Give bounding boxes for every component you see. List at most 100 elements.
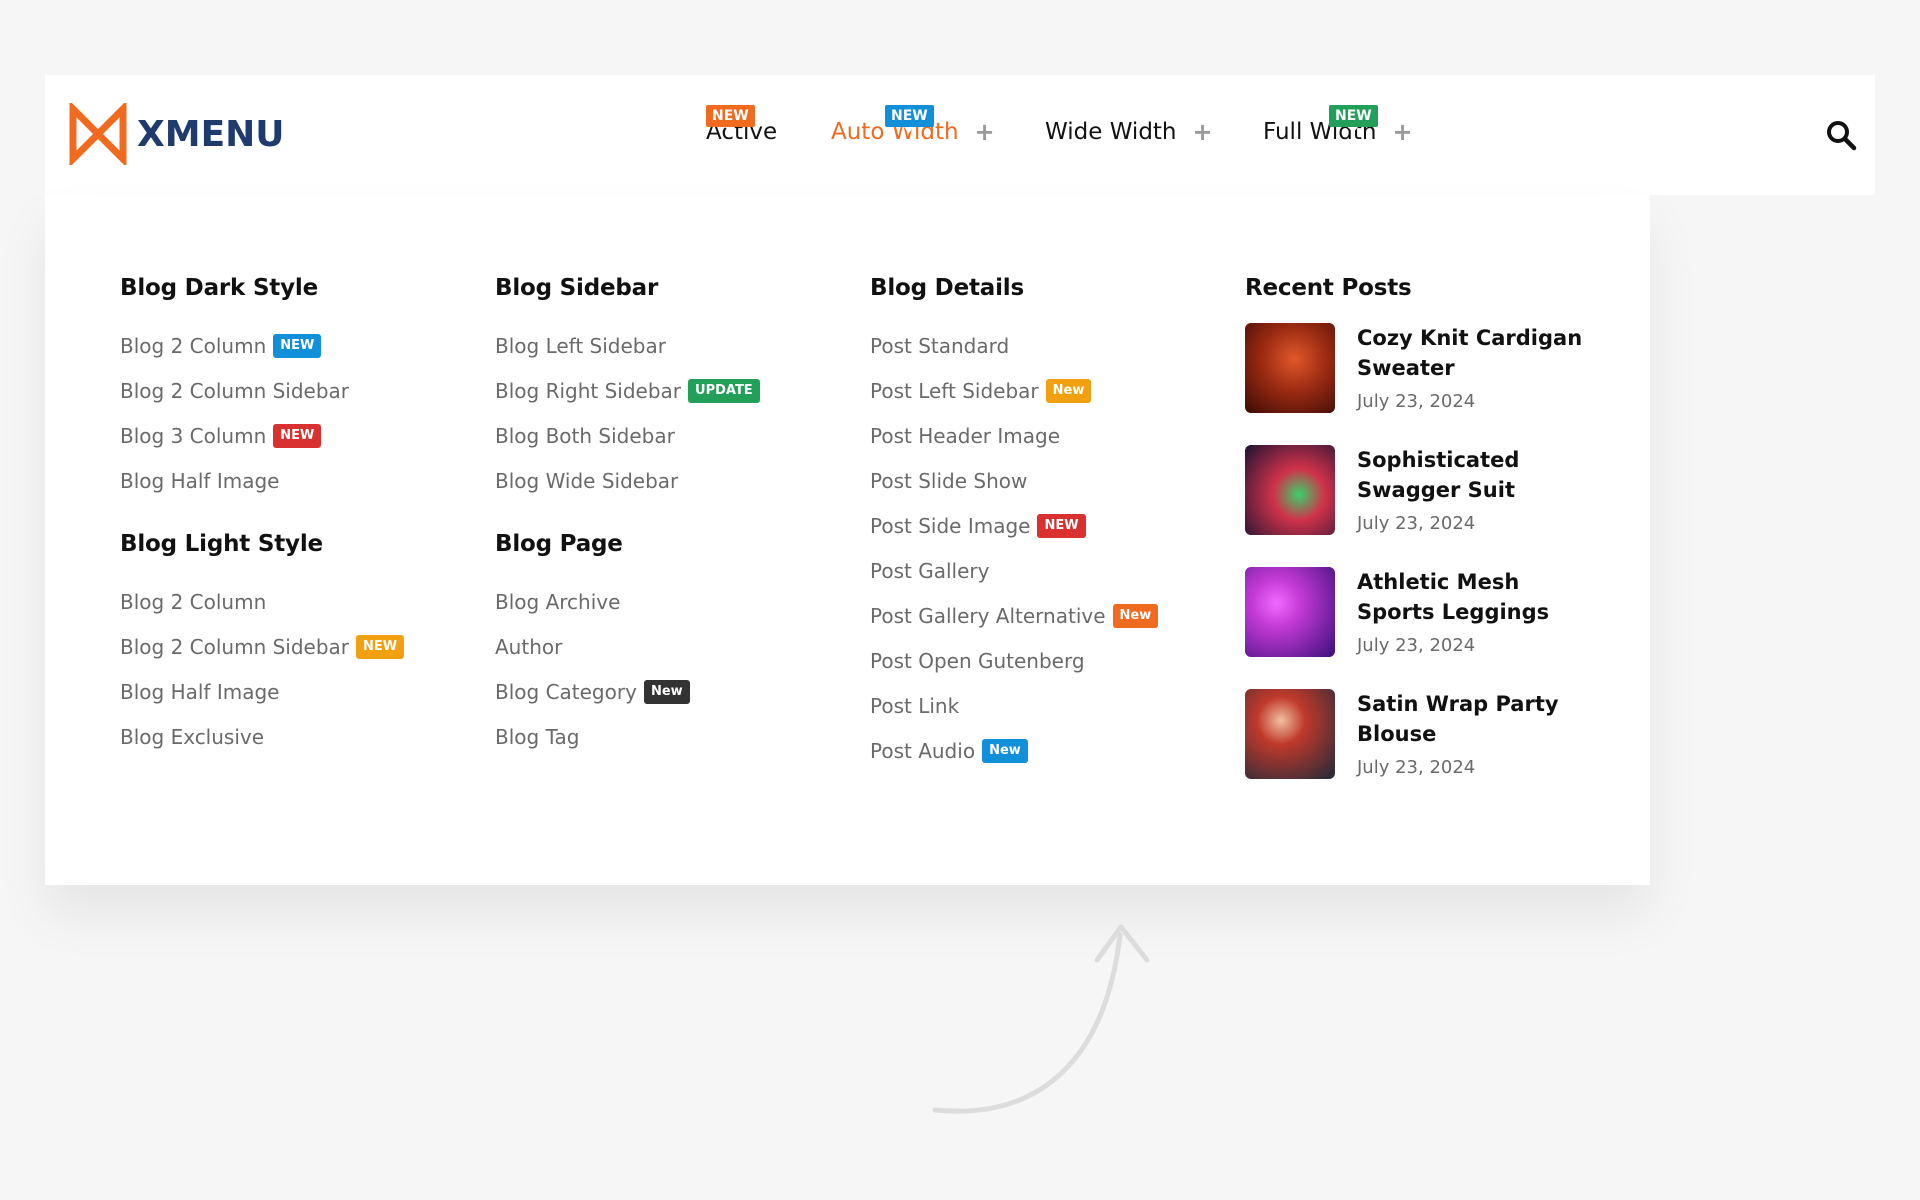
menu-link[interactable]: Post Side Image NEW xyxy=(870,503,1158,548)
menu-link[interactable]: Blog Right Sidebar UPDATE xyxy=(495,368,760,413)
menu-link[interactable]: Blog Tag xyxy=(495,714,760,759)
search-icon xyxy=(1827,121,1857,151)
post-date: July 23, 2024 xyxy=(1357,635,1476,656)
plus-icon: + xyxy=(1392,118,1413,146)
menu-link-label: Post Header Image xyxy=(870,423,1061,448)
menu-link[interactable]: Blog 2 Column Sidebar NEW xyxy=(120,624,405,669)
menu-link[interactable]: Blog Exclusive xyxy=(120,714,404,759)
menu-link-label: Author xyxy=(495,634,563,659)
menu-link[interactable]: Post Slide Show xyxy=(870,458,1158,503)
menu-link[interactable]: Blog 3 Column NEW xyxy=(120,413,404,458)
header-bar: XMENU NEW Active NEW Auto Width + Wide W… xyxy=(45,75,1875,195)
menu-link-label: Post Open Gutenberg xyxy=(870,648,1085,673)
menu-link-label: Blog 2 Column Sidebar xyxy=(120,634,350,659)
menu-link[interactable]: Post Link xyxy=(870,683,1158,728)
new-tag: New xyxy=(982,738,1028,763)
column-heading: Recent Posts xyxy=(1245,275,1412,301)
column-recent-posts: Recent Posts Cozy Knit Cardigan Sweater … xyxy=(1245,275,1587,811)
menu-link-label: Post Audio xyxy=(870,738,976,763)
menu-link[interactable]: Blog Category New xyxy=(495,669,760,714)
new-tag: NEW xyxy=(356,634,405,659)
menu-link-label: Post Side Image xyxy=(870,513,1031,538)
post-date: July 23, 2024 xyxy=(1357,391,1476,412)
menu-link[interactable]: Blog 2 Column Sidebar xyxy=(120,368,404,413)
post-title[interactable]: Sophisticated Swagger Suit xyxy=(1357,445,1587,505)
column-heading: Blog Dark Style xyxy=(120,275,318,301)
menu-link[interactable]: Post Standard xyxy=(870,323,1158,368)
post-title[interactable]: Satin Wrap Party Blouse xyxy=(1357,689,1587,749)
new-tag: NEW xyxy=(273,423,322,448)
new-tag: New xyxy=(1045,378,1092,403)
nav-label: Wide Width xyxy=(1045,119,1177,145)
post-title[interactable]: Athletic Mesh Sports Leggings xyxy=(1357,567,1587,627)
menu-link-label: Post Left Sidebar xyxy=(870,378,1039,403)
menu-link[interactable]: Blog Archive xyxy=(495,579,760,624)
recent-post[interactable]: Cozy Knit Cardigan Sweater July 23, 2024 xyxy=(1245,323,1587,445)
menu-link-label: Blog 3 Column xyxy=(120,423,267,448)
new-tag: New xyxy=(1112,603,1159,628)
menu-link[interactable]: Post Open Gutenberg xyxy=(870,638,1158,683)
nav-item-auto-width[interactable]: NEW Auto Width + xyxy=(831,105,995,146)
menu-link-label: Post Link xyxy=(870,693,960,718)
post-date: July 23, 2024 xyxy=(1357,513,1476,534)
menu-link-label: Blog Tag xyxy=(495,724,580,749)
plus-icon: + xyxy=(1192,118,1213,146)
menu-link-label: Blog Left Sidebar xyxy=(495,333,666,358)
post-thumbnail[interactable] xyxy=(1245,567,1335,657)
post-date: July 23, 2024 xyxy=(1357,757,1476,778)
menu-link-label: Blog Archive xyxy=(495,589,621,614)
menu-link-label: Post Gallery Alternative xyxy=(870,603,1106,628)
menu-link[interactable]: Post Gallery xyxy=(870,548,1158,593)
new-tag: New xyxy=(643,679,690,704)
curved-arrow-icon xyxy=(932,924,1150,1114)
menu-link-label: Blog Half Image xyxy=(120,679,280,704)
column-blog-details: Blog Details Post Standard Post Left Sid… xyxy=(870,275,1159,773)
column-blog-styles: Blog Dark Style Blog 2 Column NEW Blog 2… xyxy=(120,275,405,759)
menu-link[interactable]: Blog Both Sidebar xyxy=(495,413,760,458)
menu-link[interactable]: Blog 2 Column NEW xyxy=(120,323,404,368)
menu-link-label: Blog Both Sidebar xyxy=(495,423,675,448)
menu-link-label: Blog Wide Sidebar xyxy=(495,468,679,493)
menu-link-label: Blog Right Sidebar xyxy=(495,378,682,403)
menu-link-label: Blog 2 Column xyxy=(120,333,267,358)
menu-link[interactable]: Author xyxy=(495,624,760,669)
recent-post[interactable]: Satin Wrap Party Blouse July 23, 2024 xyxy=(1245,689,1587,811)
menu-link-label: Post Slide Show xyxy=(870,468,1028,493)
menu-link-label: Blog Half Image xyxy=(120,468,280,493)
menu-link[interactable]: Blog Half Image xyxy=(120,458,404,503)
nav-item-full-width[interactable]: NEW Full Width + xyxy=(1263,105,1413,146)
post-title[interactable]: Cozy Knit Cardigan Sweater xyxy=(1357,323,1587,383)
main-nav: NEW Active NEW Auto Width + Wide Width +… xyxy=(45,75,1875,195)
search-button[interactable] xyxy=(1825,119,1857,155)
menu-link[interactable]: Blog Half Image xyxy=(120,669,404,714)
post-thumbnail[interactable] xyxy=(1245,689,1335,779)
column-heading: Blog Page xyxy=(495,531,623,557)
post-thumbnail[interactable] xyxy=(1245,445,1335,535)
column-heading: Blog Details xyxy=(870,275,1024,301)
nav-badge: NEW xyxy=(885,105,934,133)
menu-link[interactable]: Post Gallery Alternative New xyxy=(870,593,1159,638)
post-thumbnail[interactable] xyxy=(1245,323,1335,413)
menu-link[interactable]: Post Left Sidebar New xyxy=(870,368,1158,413)
nav-badge: NEW xyxy=(1329,105,1378,133)
nav-item-active[interactable]: NEW Active xyxy=(706,105,777,145)
menu-link-label: Blog 2 Column Sidebar xyxy=(120,378,350,403)
menu-link[interactable]: Post Audio New xyxy=(870,728,1158,773)
column-blog-sidebar: Blog Sidebar Blog Left Sidebar Blog Righ… xyxy=(495,275,760,759)
menu-link-label: Post Gallery xyxy=(870,558,990,583)
recent-post[interactable]: Athletic Mesh Sports Leggings July 23, 2… xyxy=(1245,567,1587,689)
menu-link[interactable]: Blog 2 Column xyxy=(120,579,404,624)
menu-link-label: Post Standard xyxy=(870,333,1010,358)
nav-item-wide-width[interactable]: Wide Width + xyxy=(1045,119,1213,145)
menu-link[interactable]: Blog Wide Sidebar xyxy=(495,458,760,503)
column-heading: Blog Sidebar xyxy=(495,275,659,301)
new-tag: NEW xyxy=(273,333,322,358)
update-tag: UPDATE xyxy=(688,378,760,403)
column-heading: Blog Light Style xyxy=(120,531,323,557)
menu-link[interactable]: Blog Left Sidebar xyxy=(495,323,760,368)
plus-icon: + xyxy=(974,118,995,146)
recent-post[interactable]: Sophisticated Swagger Suit July 23, 2024 xyxy=(1245,445,1587,567)
mega-menu-panel: Blog Dark Style Blog 2 Column NEW Blog 2… xyxy=(45,195,1650,885)
menu-link-label: Blog 2 Column xyxy=(120,589,267,614)
menu-link[interactable]: Post Header Image xyxy=(870,413,1158,458)
